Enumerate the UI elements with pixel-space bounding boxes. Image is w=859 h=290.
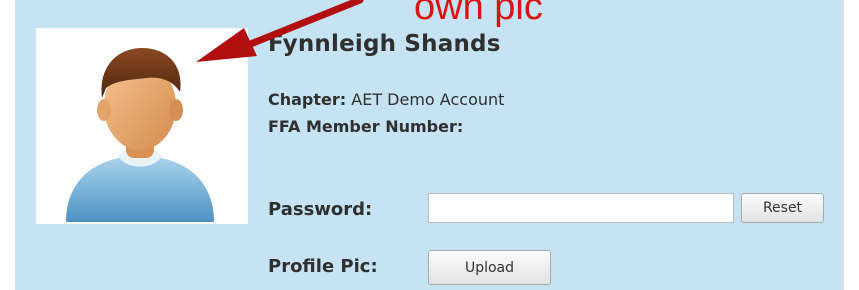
upload-button[interactable]: Upload <box>428 250 551 285</box>
chapter-value: AET Demo Account <box>351 90 505 109</box>
profile-name: Fynnleigh Shands <box>268 31 501 57</box>
chapter-label: Chapter: <box>268 90 347 109</box>
reset-button[interactable]: Reset <box>741 193 824 223</box>
user-avatar-icon <box>66 48 214 222</box>
password-label: Password: <box>268 199 373 220</box>
ffa-member-number-line: FFA Member Number: <box>268 117 463 136</box>
annotation-label: own pic <box>414 0 543 28</box>
chapter-line: Chapter: AET Demo Account <box>268 90 504 109</box>
screenshot-stage: Fynnleigh Shands Chapter: AET Demo Accou… <box>0 0 859 290</box>
profile-pic-label: Profile Pic: <box>268 256 378 277</box>
password-input[interactable] <box>428 193 734 223</box>
ffa-member-number-label: FFA Member Number: <box>268 117 464 136</box>
profile-avatar <box>36 28 248 224</box>
